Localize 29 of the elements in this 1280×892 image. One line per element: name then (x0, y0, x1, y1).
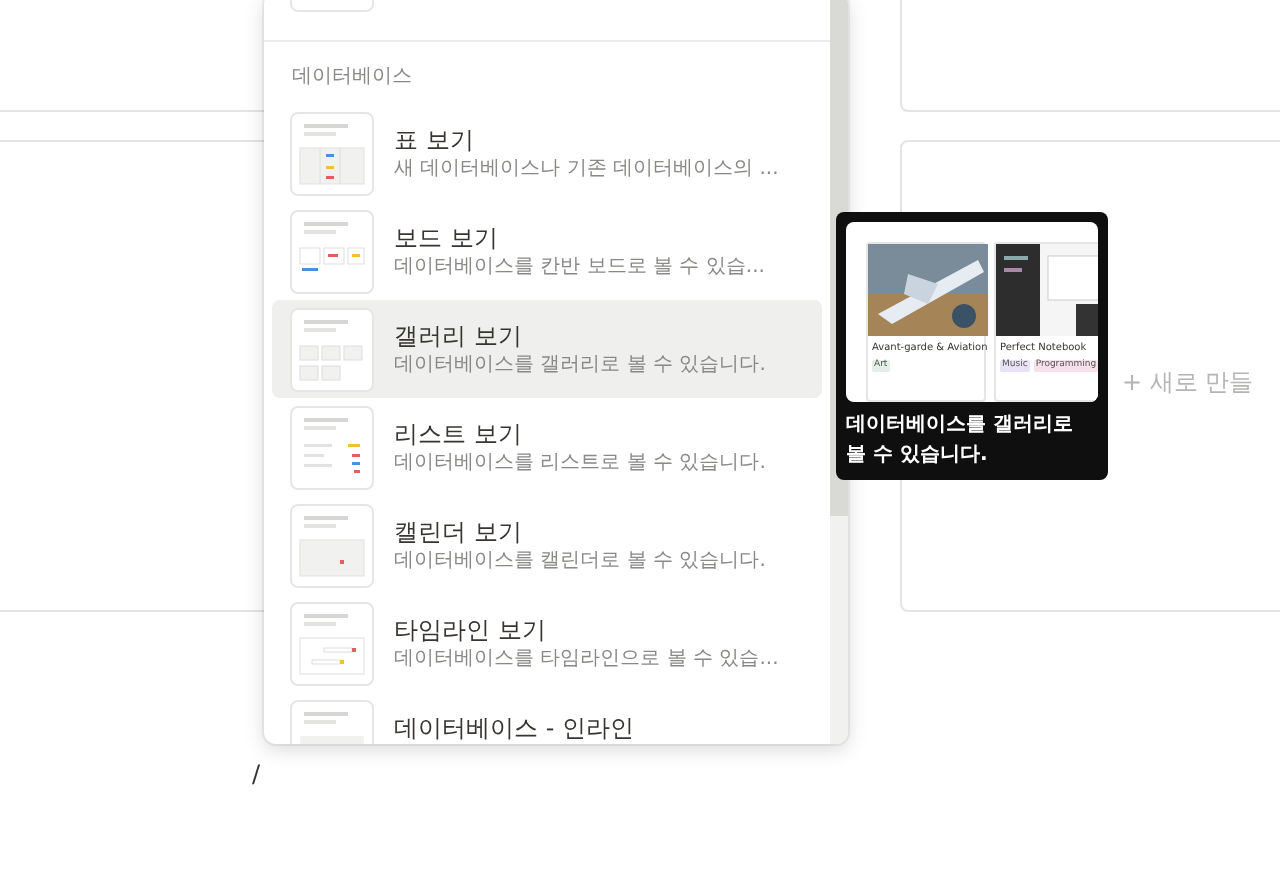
item-description: 데이터베이스를 리스트로 볼 수 있습니다. (394, 449, 766, 477)
item-description: 데이터베이스를 타임라인으로 볼 수 있습... (394, 645, 779, 673)
table-view-icon (290, 111, 374, 195)
gallery-view-icon (290, 307, 374, 391)
calendar-view-icon (290, 503, 374, 587)
menu-item[interactable]: 데이터베이스 - 인라인 (272, 692, 822, 744)
menu-item[interactable]: 보드 보기 데이터베이스를 칸반 보드로 볼 수 있습... (272, 202, 822, 300)
section-label: 데이터베이스 (290, 64, 414, 92)
item-title: 타임라인 보기 (394, 613, 548, 645)
menu-item[interactable]: 표 보기 새 데이터베이스나 기존 데이터베이스의 ... (272, 104, 822, 202)
item-title: 리스트 보기 (394, 417, 524, 449)
item-description: 데이터베이스를 칸반 보드로 볼 수 있습... (394, 253, 765, 281)
menu-item[interactable]: 갤러리 보기 데이터베이스를 갤러리로 볼 수 있습니다. (272, 300, 822, 398)
board-view-icon (290, 209, 374, 293)
timeline-view-icon (290, 601, 374, 685)
item-description: 데이터베이스를 갤러리로 볼 수 있습니다. (394, 351, 766, 379)
item-description: 새 데이터베이스나 기존 데이터베이스의 ... (394, 155, 779, 183)
menu-item[interactable]: 타임라인 보기 데이터베이스를 타임라인으로 볼 수 있습... (272, 594, 822, 692)
slash-text: / (252, 758, 261, 792)
menu-item[interactable]: 리스트 보기 데이터베이스를 리스트로 볼 수 있습니다. (272, 398, 822, 496)
menu-item[interactable]: 캘린더 보기 데이터베이스를 캘린더로 볼 수 있습니다. (272, 496, 822, 594)
item-description: 데이터베이스를 캘린더로 볼 수 있습니다. (394, 547, 766, 575)
list-view-icon (290, 405, 374, 489)
item-title: 보드 보기 (394, 221, 500, 253)
tooltip-text: 데이터베이스를 갤러리로 볼 수 있습니다. (846, 412, 1075, 470)
item-title: 표 보기 (394, 123, 476, 155)
item-title: 캘린더 보기 (394, 515, 524, 547)
item-title: 데이터베이스 - 인라인 (394, 711, 634, 743)
item-title: 갤러리 보기 (394, 319, 524, 351)
